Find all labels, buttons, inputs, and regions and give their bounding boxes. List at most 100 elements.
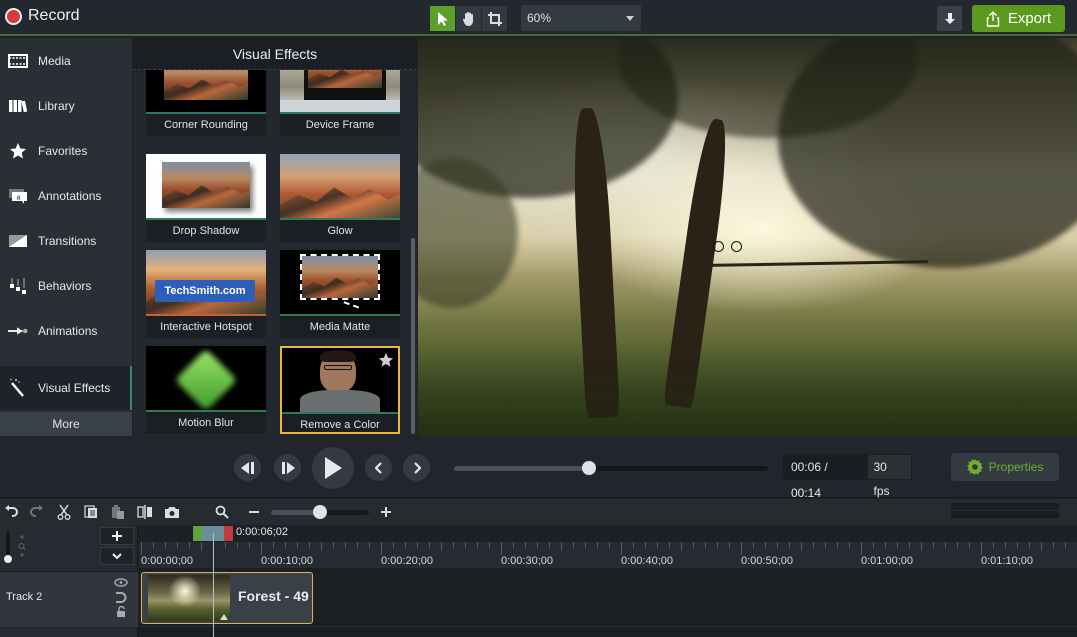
sidebar-item-library[interactable]: Library — [0, 83, 132, 128]
sidebar-item-visual-effects[interactable]: Visual Effects — [0, 366, 132, 410]
ruler-tick — [561, 542, 562, 551]
ruler-tick — [1041, 542, 1042, 551]
preview-canvas[interactable] — [418, 38, 1077, 436]
path-handle[interactable] — [731, 241, 742, 252]
lock-open-icon[interactable] — [116, 606, 126, 618]
step-back-button[interactable] — [234, 454, 261, 481]
sidebar-item-favorites[interactable]: Favorites — [0, 128, 132, 173]
undo-button[interactable] — [0, 502, 22, 522]
ruler-tick — [945, 542, 946, 548]
zoom-in-button[interactable] — [375, 502, 397, 522]
sidebar-item-animations[interactable]: Animations — [0, 308, 132, 353]
ruler-label: 0:00:40;00 — [621, 555, 673, 567]
ruler-label: 0:01:10;00 — [981, 555, 1033, 567]
record-button[interactable]: Record — [5, 7, 80, 25]
ruler-tick — [573, 542, 574, 548]
export-label: Export — [1007, 10, 1052, 27]
next-marker-button[interactable] — [403, 454, 430, 481]
play-button[interactable] — [312, 447, 354, 489]
film-icon — [8, 51, 28, 71]
export-button[interactable]: Export — [972, 5, 1065, 32]
time-ruler[interactable]: 0:00:00;00 0:00:10;00 0:00:20;00 0:00:30;00… — [139, 542, 1077, 569]
sidebar-item-behaviors[interactable]: Behaviors — [0, 263, 132, 308]
crop-tool-button[interactable] — [482, 6, 508, 31]
effect-card-motion-blur[interactable]: Motion Blur — [146, 346, 266, 434]
scrubber-handle[interactable] — [582, 461, 597, 475]
eye-icon[interactable] — [114, 578, 128, 587]
ruler-tick — [609, 542, 610, 548]
effect-card-corner-rounding[interactable]: Corner Rounding — [146, 70, 266, 136]
ruler-tick — [177, 542, 178, 548]
effect-card-remove-a-color[interactable]: Remove a Color — [280, 346, 400, 434]
track-options-button[interactable] — [100, 547, 134, 565]
ruler-tick — [765, 542, 766, 548]
magnet-icon[interactable] — [115, 592, 127, 603]
paste-button[interactable] — [107, 502, 129, 522]
ruler-tick — [645, 542, 646, 548]
split-button[interactable] — [134, 502, 156, 522]
panel-scrollbar[interactable] — [411, 238, 415, 434]
track-zoom-icon — [18, 535, 26, 557]
effect-thumbnail — [280, 154, 400, 220]
ruler-tick — [297, 542, 298, 548]
ruler-tick — [201, 542, 202, 551]
media-clip[interactable]: Forest - 49 — [141, 572, 313, 624]
effect-card-glow[interactable]: Glow — [280, 154, 400, 242]
ruler-tick — [141, 542, 142, 555]
ruler-tick — [1029, 542, 1030, 548]
ruler-tick — [657, 542, 658, 548]
favorite-star-icon[interactable] — [378, 352, 394, 368]
download-button[interactable] — [937, 6, 962, 31]
snapshot-button[interactable] — [161, 502, 183, 522]
ruler-tick — [837, 542, 838, 548]
ruler-tick — [705, 542, 706, 548]
zoom-level-value: 60% — [527, 11, 552, 25]
sidebar-item-annotations[interactable]: a Annotations — [0, 173, 132, 218]
effect-card-media-matte[interactable]: Media Matte — [280, 250, 400, 338]
more-button[interactable]: More — [0, 412, 132, 436]
ruler-tick — [1065, 542, 1066, 548]
redo-button[interactable] — [26, 502, 48, 522]
ruler-tick — [525, 542, 526, 548]
ruler-tick — [921, 542, 922, 551]
previous-marker-button[interactable] — [365, 454, 392, 481]
copy-button[interactable] — [80, 502, 102, 522]
effect-label: Device Frame — [305, 119, 375, 131]
add-track-button[interactable] — [100, 527, 134, 545]
effect-label: Drop Shadow — [172, 225, 240, 237]
zoom-out-button[interactable] — [243, 502, 265, 522]
effect-label: Interactive Hotspot — [160, 321, 252, 333]
step-forward-button[interactable] — [274, 454, 301, 481]
ruler-tick — [909, 542, 910, 548]
ruler-tick — [885, 542, 886, 548]
pan-tool-button[interactable] — [456, 6, 482, 31]
ruler-tick — [381, 542, 382, 555]
properties-button[interactable]: Properties — [951, 453, 1059, 481]
camera-icon — [165, 506, 179, 518]
arrow-down-icon — [944, 12, 955, 24]
sidebar-item-media[interactable]: Media — [0, 38, 132, 83]
plus-icon — [112, 531, 122, 541]
clip-title: Forest - 49 — [238, 588, 309, 604]
timeline-toolbar — [0, 499, 1077, 525]
timeline[interactable]: 0:00:06;02 0:00:00;00 0:00:10;00 0:00:20;0… — [139, 525, 1077, 637]
zoom-level-dropdown[interactable]: 60% — [521, 5, 641, 31]
zoom-fit-button[interactable] — [211, 502, 233, 522]
effect-card-drop-shadow[interactable]: Drop Shadow — [146, 154, 266, 242]
track-row[interactable]: Forest - 49 — [139, 571, 1077, 627]
selection-end-marker[interactable] — [224, 526, 233, 541]
path-handle[interactable] — [713, 241, 724, 252]
select-tool-button[interactable] — [430, 6, 456, 31]
track-height-handle[interactable] — [4, 555, 12, 563]
cut-button[interactable] — [53, 502, 75, 522]
track-header[interactable]: Track 2 — [0, 571, 138, 627]
timeline-zoom-slider[interactable] — [271, 505, 369, 519]
zoom-slider-handle[interactable] — [313, 505, 327, 519]
effect-card-device-frame[interactable]: Device Frame — [280, 70, 400, 136]
sidebar-item-transitions[interactable]: Transitions — [0, 218, 132, 263]
ruler-tick — [237, 542, 238, 548]
playback-scrubber[interactable] — [454, 461, 768, 475]
effect-card-interactive-hotspot[interactable]: TechSmith.com Interactive Hotspot — [146, 250, 266, 338]
ruler-tick — [309, 542, 310, 548]
selection-start-marker[interactable] — [193, 526, 202, 541]
